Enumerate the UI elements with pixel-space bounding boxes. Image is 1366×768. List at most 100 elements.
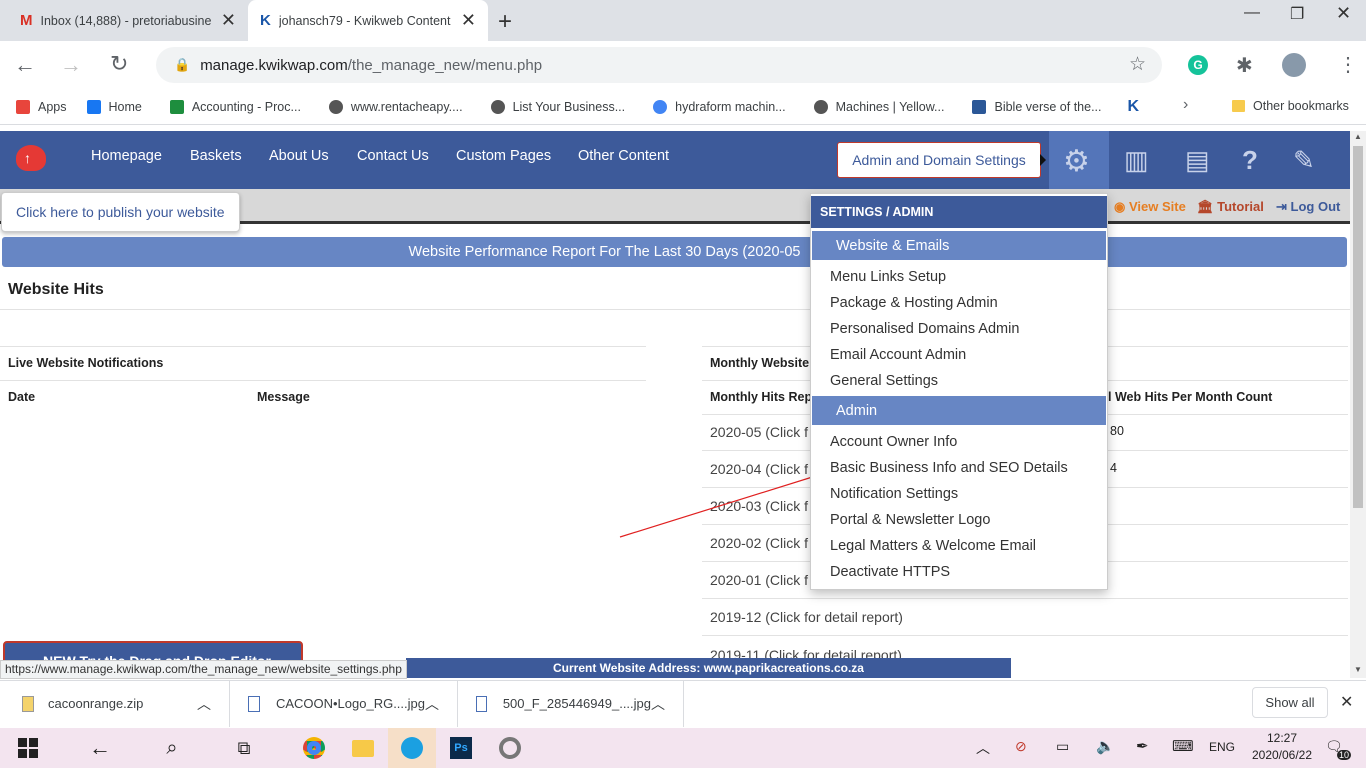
nav-custom-pages[interactable]: Custom Pages xyxy=(456,148,551,164)
close-downloads-icon[interactable]: ✕ xyxy=(1340,692,1353,712)
other-bookmarks[interactable]: Other bookmarks xyxy=(1232,99,1349,113)
clock-time[interactable]: 12:27 xyxy=(1252,731,1312,745)
cloud-upload-icon[interactable] xyxy=(16,145,46,171)
upload-arrow-icon: ↑ xyxy=(24,150,31,166)
chevron-up-icon[interactable]: ︿ xyxy=(976,738,990,758)
chevron-up-icon[interactable]: ︿ xyxy=(651,694,665,714)
performance-report-bar: Website Performance Report For The Last … xyxy=(2,237,1347,267)
photoshop-icon[interactable]: Ps xyxy=(437,728,485,768)
email-account-admin[interactable]: Email Account Admin xyxy=(830,347,966,363)
notification-settings[interactable]: Notification Settings xyxy=(830,486,958,502)
reload-icon[interactable]: ↻ xyxy=(110,51,128,77)
tutorial-link[interactable]: 🏛 Tutorial xyxy=(1197,199,1264,215)
site-icon xyxy=(490,99,505,114)
table-row[interactable]: 2019-12 (Click for detail report) xyxy=(702,599,1348,636)
minimize-icon[interactable]: — xyxy=(1244,4,1260,22)
bookmark-machines[interactable]: Machines | Yellow... xyxy=(813,99,944,114)
nav-other-content[interactable]: Other Content xyxy=(578,148,669,164)
chrome-icon[interactable] xyxy=(290,728,338,768)
briefcase-icon[interactable]: ▤ xyxy=(1185,145,1210,176)
bookmark-list-business[interactable]: List Your Business... xyxy=(490,99,625,114)
accounting-icon xyxy=(169,99,184,114)
view-site-link[interactable]: ◉ View Site xyxy=(1114,199,1186,215)
general-settings[interactable]: General Settings xyxy=(830,373,938,389)
chevron-up-icon[interactable]: ︿ xyxy=(197,694,211,714)
download-item[interactable]: cacoonrange.zip ︿ xyxy=(0,680,230,727)
paintbrush-icon[interactable]: ✎ xyxy=(1293,145,1315,176)
portal-newsletter-logo[interactable]: Portal & Newsletter Logo xyxy=(830,512,990,528)
tab-gmail[interactable]: M Inbox (14,888) - pretoriabusine ✕ xyxy=(8,0,248,41)
address-bar[interactable]: 🔒 manage.kwikwap.com/the_manage_new/menu… xyxy=(156,47,1162,83)
scroll-down-icon[interactable]: ▼ xyxy=(1354,665,1362,674)
menu-icon[interactable]: ⋮ xyxy=(1338,52,1358,77)
publish-tooltip[interactable]: Click here to publish your website xyxy=(1,192,240,232)
bookmark-accounting[interactable]: Accounting - Proc... xyxy=(169,99,301,114)
app-icon[interactable] xyxy=(486,728,534,768)
help-icon[interactable]: ? xyxy=(1242,145,1258,176)
battery-icon[interactable]: ▭ xyxy=(1056,738,1069,755)
task-view-icon[interactable]: ⧉ xyxy=(220,728,268,768)
folder-icon xyxy=(1232,100,1245,112)
close-tab-icon[interactable]: ✕ xyxy=(461,10,476,31)
network-alert-icon[interactable]: ⊘ xyxy=(1015,738,1027,755)
nav-contact-us[interactable]: Contact Us xyxy=(357,148,429,164)
forward-icon[interactable]: → xyxy=(60,52,82,78)
bookmark-kwikweb[interactable]: K xyxy=(1128,98,1140,116)
chevron-up-icon[interactable]: ︿ xyxy=(425,694,439,714)
stats-chart-icon[interactable]: ▥ xyxy=(1124,145,1149,176)
gmail-icon: M xyxy=(20,12,33,29)
admin-settings-tooltip[interactable]: Admin and Domain Settings xyxy=(837,142,1041,178)
cross-icon xyxy=(972,99,987,114)
chevron-right-icon[interactable]: › xyxy=(1183,96,1188,114)
bookmark-star-icon[interactable]: ☆ xyxy=(1129,53,1146,76)
section-admin[interactable]: Admin xyxy=(812,396,1106,425)
clock-date[interactable]: 2020/06/22 xyxy=(1249,748,1315,762)
search-icon[interactable]: ⌕ xyxy=(148,728,196,768)
profile-avatar[interactable] xyxy=(1282,53,1306,77)
package-hosting-admin[interactable]: Package & Hosting Admin xyxy=(830,295,998,311)
volume-icon[interactable]: 🔈 xyxy=(1096,737,1115,755)
tab-kwikweb[interactable]: K johansch79 - Kwikweb Content ✕ xyxy=(248,0,488,41)
pen-icon[interactable]: ✒ xyxy=(1136,737,1149,755)
bookmark-bible[interactable]: Bible verse of the... xyxy=(972,99,1102,114)
gears-icon: ⚙ xyxy=(1063,145,1090,178)
nav-about-us[interactable]: About Us xyxy=(269,148,329,164)
legal-matters-welcome-email[interactable]: Legal Matters & Welcome Email xyxy=(830,538,1036,554)
scrollbar-thumb[interactable] xyxy=(1353,146,1363,508)
bookmark-rentacheap[interactable]: www.rentacheapy.... xyxy=(328,99,463,114)
notifications-title: Live Website Notifications xyxy=(8,356,164,370)
account-owner-info[interactable]: Account Owner Info xyxy=(830,434,957,450)
edge-icon[interactable] xyxy=(388,728,436,768)
deactivate-https[interactable]: Deactivate HTTPS xyxy=(830,564,950,580)
col-monthly-report: Monthly Hits Rep xyxy=(710,390,813,404)
keyboard-icon[interactable]: ⌨ xyxy=(1172,737,1194,755)
basic-business-info-seo[interactable]: Basic Business Info and SEO Details xyxy=(830,460,1068,476)
nav-baskets[interactable]: Baskets xyxy=(190,148,242,164)
menu-links-setup[interactable]: Menu Links Setup xyxy=(830,269,946,285)
bookmark-apps[interactable]: Apps xyxy=(16,99,67,114)
grammarly-icon[interactable]: G xyxy=(1188,55,1208,75)
language-indicator[interactable]: ENG xyxy=(1209,740,1235,754)
scroll-up-icon[interactable]: ▲ xyxy=(1354,132,1362,141)
close-tab-icon[interactable]: ✕ xyxy=(221,10,236,31)
file-explorer-icon[interactable] xyxy=(339,728,387,768)
restore-icon[interactable]: ❐ xyxy=(1290,4,1304,24)
url-path: /the_manage_new/menu.php xyxy=(347,56,543,74)
nav-homepage[interactable]: Homepage xyxy=(91,148,162,164)
extensions-icon[interactable]: ✱ xyxy=(1236,53,1253,78)
personalised-domains-admin[interactable]: Personalised Domains Admin xyxy=(830,321,1019,337)
download-item[interactable]: CACOON•Logo_RG....jpg ︿ xyxy=(230,680,458,727)
bookmark-home[interactable]: Home xyxy=(86,99,142,114)
new-tab-icon[interactable]: + xyxy=(498,8,512,36)
bookmark-hydraform[interactable]: hydraform machin... xyxy=(653,99,786,114)
section-website-emails[interactable]: Website & Emails xyxy=(812,231,1106,260)
download-item[interactable]: 500_F_285446949_....jpg ︿ xyxy=(458,680,684,727)
hits-count: 4 xyxy=(1110,461,1117,475)
logout-link[interactable]: ⇥ Log Out xyxy=(1276,199,1340,215)
close-window-icon[interactable]: ✕ xyxy=(1336,3,1351,24)
back-icon[interactable]: ← xyxy=(14,52,36,78)
status-url: https://www.manage.kwikwap.com/the_manag… xyxy=(0,660,407,679)
show-all-button[interactable]: Show all xyxy=(1252,687,1328,718)
back-arrow-icon[interactable]: ← xyxy=(76,728,124,768)
windows-start-icon[interactable] xyxy=(4,728,52,768)
